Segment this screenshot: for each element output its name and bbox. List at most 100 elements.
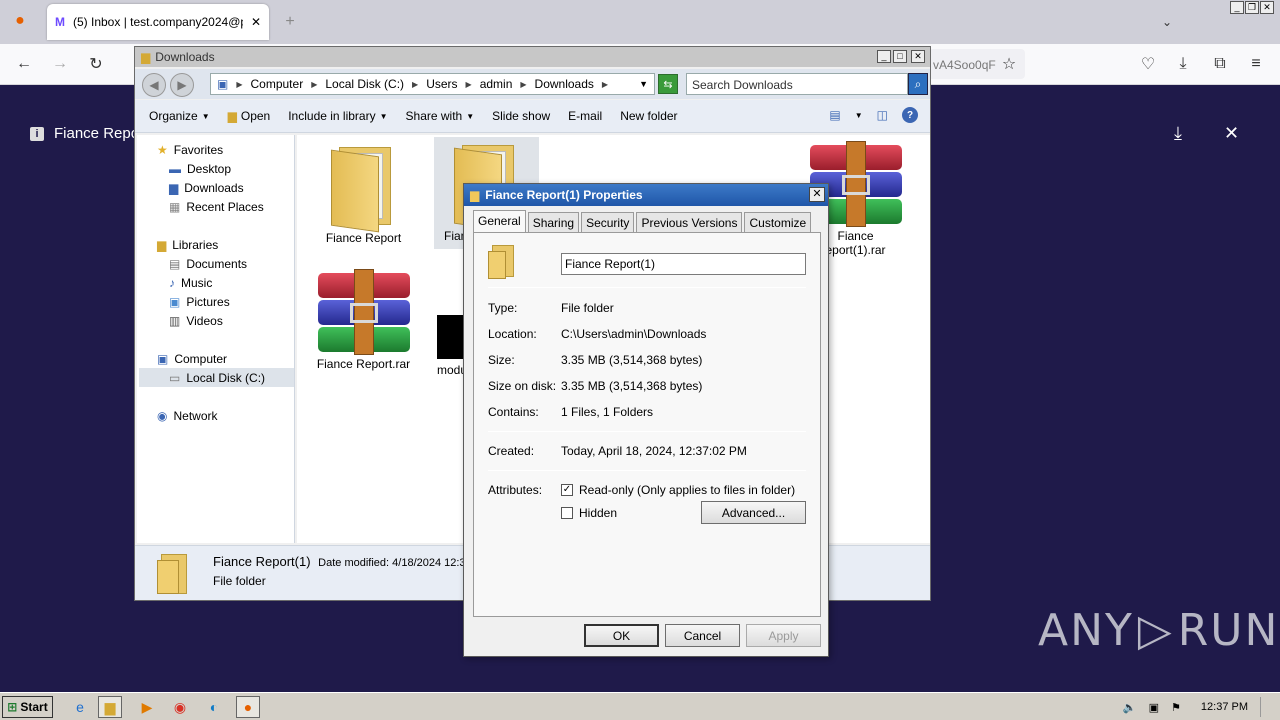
extensions-icon[interactable]: ⧉ bbox=[1209, 53, 1231, 75]
windows-logo-icon: ⊞ bbox=[7, 700, 18, 714]
breadcrumb-admin[interactable]: admin bbox=[480, 77, 513, 91]
tab-list-chevron-icon[interactable]: ⌄ bbox=[1156, 11, 1178, 33]
back-icon[interactable]: ← bbox=[13, 53, 35, 75]
refresh-icon[interactable]: ⇆ bbox=[658, 74, 678, 94]
clock[interactable]: 12:37 PM bbox=[1201, 701, 1248, 713]
taskbar-ie-icon[interactable]: e bbox=[68, 696, 92, 718]
star-icon: ★ bbox=[157, 143, 168, 157]
close-tab-icon[interactable]: ✕ bbox=[251, 15, 261, 29]
email-button[interactable]: E-mail bbox=[568, 109, 602, 123]
taskbar-media-player-icon[interactable]: ▶ bbox=[135, 696, 159, 718]
nav-downloads[interactable]: ▆ Downloads bbox=[169, 181, 244, 195]
search-input[interactable]: Search Downloads bbox=[686, 73, 908, 95]
explorer-minimize-icon[interactable]: _ bbox=[877, 50, 891, 63]
organize-button[interactable]: Organize ▼ bbox=[149, 109, 210, 123]
downloads-icon[interactable]: ⤓ bbox=[1172, 53, 1194, 75]
dialog-close-icon[interactable]: ✕ bbox=[809, 187, 825, 202]
nav-local-disk[interactable]: ▭ Local Disk (C:) bbox=[139, 368, 294, 387]
taskbar-explorer-icon[interactable]: ▆ bbox=[98, 696, 122, 718]
nav-pictures[interactable]: ▣ Pictures bbox=[169, 295, 230, 309]
nav-computer[interactable]: ▣ Computer bbox=[157, 352, 227, 366]
taskbar-firefox-icon[interactable]: ● bbox=[236, 696, 260, 718]
hidden-checkbox[interactable]: Hidden bbox=[561, 506, 617, 520]
breadcrumb-sep-icon: ▶ bbox=[601, 79, 609, 89]
change-view-icon[interactable]: ▤ bbox=[829, 108, 840, 122]
ok-button[interactable]: OK bbox=[584, 624, 659, 647]
close-window-icon[interactable]: ✕ bbox=[1260, 1, 1274, 14]
apply-button[interactable]: Apply bbox=[746, 624, 821, 647]
pocket-icon[interactable]: ♡ bbox=[1137, 53, 1159, 75]
slide-show-button[interactable]: Slide show bbox=[492, 109, 550, 123]
explorer-forward-icon[interactable]: ▶ bbox=[170, 73, 194, 97]
action-center-flag-icon[interactable]: ⚑ bbox=[1171, 701, 1181, 714]
view-dropdown-icon[interactable]: ▼ bbox=[855, 111, 863, 120]
minimize-icon[interactable]: _ bbox=[1230, 1, 1244, 14]
nav-libraries[interactable]: ▆ Libraries bbox=[157, 238, 218, 252]
breadcrumb-users[interactable]: Users bbox=[426, 77, 457, 91]
nav-computer-label: Computer bbox=[174, 352, 228, 366]
file-fiance-report-folder[interactable]: Fiance Report bbox=[311, 139, 416, 245]
forward-icon[interactable]: → bbox=[49, 53, 71, 75]
address-bar[interactable]: ▣ ▶ Computer ▶ Local Disk (C:) ▶ Users ▶… bbox=[210, 73, 655, 95]
firefox-menu-icon[interactable]: ● bbox=[9, 10, 31, 32]
browser-tab-inbox[interactable]: M (5) Inbox | test.company2024@pr ✕ bbox=[47, 4, 269, 40]
download-icon[interactable]: ⤓ bbox=[1174, 123, 1182, 144]
explorer-maximize-icon[interactable]: □ bbox=[893, 50, 907, 63]
close-viewer-icon[interactable]: ✕ bbox=[1224, 123, 1239, 144]
nav-videos-label: Videos bbox=[186, 314, 223, 328]
downloads-folder-icon: ▆ bbox=[169, 181, 179, 195]
share-with-button[interactable]: Share with ▼ bbox=[406, 109, 475, 123]
libraries-icon: ▆ bbox=[157, 238, 167, 252]
breadcrumb-local-disk[interactable]: Local Disk (C:) bbox=[325, 77, 404, 91]
nav-music[interactable]: ♪ Music bbox=[169, 276, 212, 290]
play-triangle-icon: ▷ bbox=[1137, 605, 1174, 656]
folder-icon: ▆ bbox=[141, 50, 151, 64]
file-label: Fiance Report.rar bbox=[316, 357, 411, 371]
file-fiance-report-rar[interactable]: Fiance Report.rar bbox=[311, 265, 416, 371]
explorer-back-icon[interactable]: ◀ bbox=[142, 73, 166, 97]
explorer-close-icon[interactable]: ✕ bbox=[911, 50, 925, 63]
bookmark-star-icon[interactable]: ☆ bbox=[998, 53, 1020, 75]
breadcrumb-sep-icon: ▶ bbox=[520, 79, 527, 89]
nav-favorites[interactable]: ★ Favorites bbox=[157, 143, 223, 157]
nav-videos[interactable]: ▥ Videos bbox=[169, 314, 223, 328]
advanced-button[interactable]: Advanced... bbox=[701, 501, 806, 524]
tab-general[interactable]: General bbox=[473, 210, 526, 233]
volume-icon[interactable]: 🔈 bbox=[1123, 701, 1137, 714]
help-icon[interactable]: ? bbox=[902, 107, 918, 123]
location-label: Location: bbox=[488, 327, 537, 341]
nav-documents[interactable]: ▤ Documents bbox=[169, 257, 247, 271]
nav-desktop[interactable]: ▬ Desktop bbox=[169, 162, 231, 176]
readonly-checkbox[interactable]: ✓ Read-only (Only applies to files in fo… bbox=[561, 483, 795, 497]
open-button[interactable]: ▆ Open bbox=[228, 109, 271, 123]
new-folder-button[interactable]: New folder bbox=[620, 109, 677, 123]
include-in-library-button[interactable]: Include in library ▼ bbox=[288, 109, 387, 123]
nav-network[interactable]: ◉ Network bbox=[157, 409, 218, 423]
share-label: Share with bbox=[405, 109, 463, 123]
show-desktop-button[interactable] bbox=[1260, 697, 1270, 717]
navigation-pane: ★ Favorites ▬ Desktop ▆ Downloads ▦ Recent P… bbox=[137, 135, 295, 543]
taskbar-chrome-icon[interactable]: ◉ bbox=[168, 696, 192, 718]
restore-icon[interactable]: ❐ bbox=[1245, 1, 1259, 14]
nav-desktop-label: Desktop bbox=[187, 162, 232, 176]
system-tray: 🔈 ▣ ⚑ 12:37 PM bbox=[1123, 695, 1280, 719]
start-button[interactable]: ⊞ Start bbox=[2, 696, 53, 718]
network-tray-icon[interactable]: ▣ bbox=[1149, 701, 1159, 714]
preview-pane-icon[interactable]: ◫ bbox=[877, 108, 888, 122]
reload-icon[interactable]: ↻ bbox=[85, 53, 107, 75]
taskbar-edge-icon[interactable]: ◐ bbox=[202, 696, 226, 718]
desktop-icon: ▬ bbox=[169, 162, 181, 176]
breadcrumb-computer[interactable]: Computer bbox=[251, 77, 304, 91]
nav-network-label: Network bbox=[173, 409, 218, 423]
cancel-button[interactable]: Cancel bbox=[665, 624, 740, 647]
app-menu-icon[interactable]: ≡ bbox=[1245, 53, 1267, 75]
folder-name-field[interactable]: Fiance Report(1) bbox=[561, 253, 806, 275]
nav-recent-places[interactable]: ▦ Recent Places bbox=[169, 200, 264, 214]
recent-places-icon: ▦ bbox=[169, 200, 181, 214]
mail-favicon-icon: M bbox=[55, 15, 65, 29]
new-tab-icon[interactable]: + bbox=[279, 11, 301, 33]
address-dropdown-icon[interactable]: ▼ bbox=[639, 79, 648, 89]
search-icon[interactable]: ⌕ bbox=[908, 73, 928, 95]
location-value: C:\Users\admin\Downloads bbox=[561, 327, 707, 341]
breadcrumb-downloads[interactable]: Downloads bbox=[535, 77, 594, 91]
